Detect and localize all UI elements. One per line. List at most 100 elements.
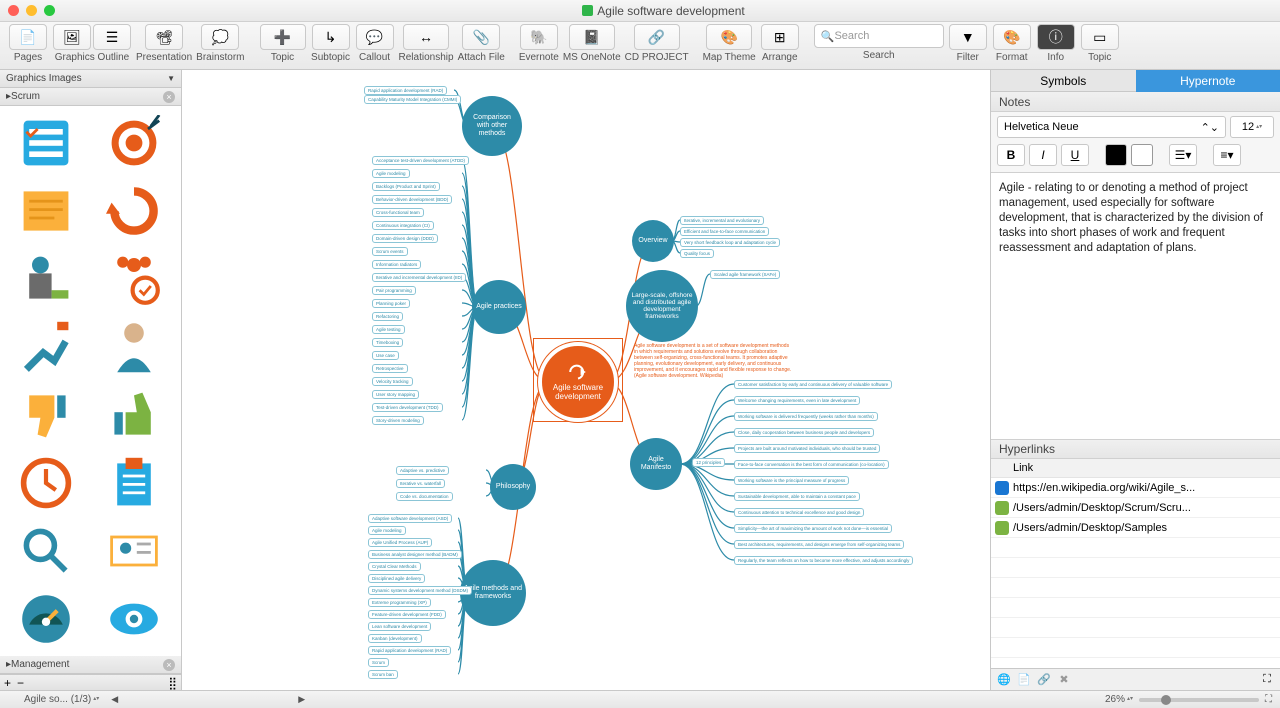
leaf-node[interactable]: Iterative and incremental development (I… <box>372 273 466 282</box>
doc-indicator[interactable]: Agile so... (1/3) <box>24 694 91 705</box>
clipart-clipboard[interactable] <box>94 452 174 514</box>
link-row[interactable]: https://en.wikipedia.org/wiki/Agile_s... <box>991 478 1280 498</box>
leaf-node[interactable]: Scaled agile framework (SAFe) <box>710 270 780 279</box>
leaf-node[interactable]: Test-driven development (TDD) <box>372 403 443 412</box>
leaf-node[interactable]: Pair programming <box>372 286 416 295</box>
leaf-node[interactable]: Code vs. documentation <box>396 492 453 501</box>
clipart-person[interactable] <box>94 316 174 378</box>
leaf-node[interactable]: Iterative vs. waterfall <box>396 479 445 488</box>
cdproject-button[interactable]: 🔗 <box>634 24 680 50</box>
evernote-button[interactable]: 🐘 <box>520 24 558 50</box>
format-button[interactable]: 🎨 <box>993 24 1031 50</box>
graphics-button[interactable]: 🖼 <box>53 24 91 50</box>
leaf-node[interactable]: Story-driven modeling <box>372 416 424 425</box>
bg-color[interactable] <box>1131 144 1153 166</box>
add-file-button[interactable]: 📄 <box>1015 672 1033 688</box>
leaf-node[interactable]: Agile modeling <box>368 526 406 535</box>
link-row[interactable]: /Users/admin/Desktop/Samples <box>991 518 1280 538</box>
leaf-node[interactable]: Refactoring <box>372 312 403 321</box>
text-color[interactable] <box>1105 144 1127 166</box>
leaf-node[interactable]: Efficient and face-to-face communication <box>680 227 769 236</box>
category-scrum[interactable]: ▸ Scrum × <box>0 88 181 106</box>
search-input[interactable]: 🔍 Search <box>814 24 944 48</box>
leaf-node[interactable]: Use case <box>372 351 399 360</box>
zoom-value[interactable]: 26% <box>1105 694 1125 705</box>
close-icon[interactable]: × <box>163 91 175 103</box>
leaf-node[interactable]: Best architectures, requirements, and de… <box>734 540 904 549</box>
leaf-node[interactable]: Crystal Clear Methods <box>368 562 421 571</box>
add-button[interactable]: + <box>4 676 11 690</box>
zoom-thumb[interactable] <box>1161 695 1171 705</box>
leaf-node[interactable]: Adaptive vs. predictive <box>396 466 449 475</box>
clipart-team-check[interactable] <box>94 248 174 310</box>
leaf-node[interactable]: User story mapping <box>372 390 419 399</box>
expand-button[interactable]: ⛶ <box>1258 672 1276 688</box>
leaf-node[interactable]: Sustainable development, able to maintai… <box>734 492 860 501</box>
add-url-button[interactable]: 🌐 <box>995 672 1013 688</box>
node-manifesto[interactable]: Agile Manifesto <box>630 438 682 490</box>
leaf-node[interactable]: Business analyst designer method (BADM) <box>368 550 462 559</box>
node-largescale[interactable]: Large-scale, offshore and distributed ag… <box>626 270 698 342</box>
remove-link-button[interactable]: ✖ <box>1055 672 1073 688</box>
node-comparison[interactable]: Comparison with other methods <box>462 96 522 156</box>
leaf-node[interactable]: Scrum <box>368 658 389 667</box>
leaf-node[interactable]: Information radiators <box>372 260 421 269</box>
leaf-node[interactable]: Backlogs (Product and Sprint) <box>372 182 440 191</box>
leaf-node[interactable]: Kanban (development) <box>368 634 422 643</box>
callout-button[interactable]: 💬 <box>356 24 394 50</box>
attach-button[interactable]: 📎 <box>462 24 500 50</box>
resize-handle[interactable]: ⣿ <box>168 676 177 690</box>
clipart-thumbsup[interactable] <box>94 384 174 446</box>
leaf-node[interactable]: Agile modeling <box>372 169 410 178</box>
leaf-node[interactable]: Cross-functional team <box>372 208 424 217</box>
topic-panel-button[interactable]: ▭ <box>1081 24 1119 50</box>
leaf-node[interactable]: Extreme programming (XP) <box>368 598 431 607</box>
leaf-node[interactable]: Adaptive software development (ASD) <box>368 514 452 523</box>
leaf-node[interactable]: Projects are built around motivated indi… <box>734 444 880 453</box>
leaf-node[interactable]: Disciplined agile delivery <box>368 574 425 583</box>
clipart-goal[interactable] <box>6 316 86 378</box>
presentation-button[interactable]: 📽 <box>145 24 183 50</box>
leaf-node[interactable]: Dynamic systems development method (DSDM… <box>368 586 472 595</box>
add-topic-button[interactable]: 🔗 <box>1035 672 1053 688</box>
relationship-button[interactable]: ↔ <box>403 24 449 50</box>
clipart-checklist[interactable] <box>6 112 86 174</box>
link-row[interactable]: /Users/admin/Desktop/Scrum/Scru... <box>991 498 1280 518</box>
category-management[interactable]: ▸ Management × <box>0 656 181 674</box>
leaf-node[interactable]: Very short feedback loop and adaptation … <box>680 238 780 247</box>
leaf-node[interactable]: 12 principles <box>692 458 725 467</box>
align-button[interactable]: ≡▾ <box>1213 144 1241 166</box>
leaf-node[interactable]: Working software is delivered frequently… <box>734 412 878 421</box>
onenote-button[interactable]: 📓 <box>569 24 615 50</box>
remove-button[interactable]: − <box>17 676 24 690</box>
clipart-idcard[interactable] <box>94 520 174 582</box>
leaf-node[interactable]: Planning poker <box>372 299 410 308</box>
clipart-gauge[interactable] <box>6 588 86 650</box>
outline-button[interactable]: ☰ <box>93 24 131 50</box>
leaf-node[interactable]: Continuous integration (CI) <box>372 221 434 230</box>
clipart-sticky[interactable] <box>6 180 86 242</box>
tab-hypernote[interactable]: Hypernote <box>1136 70 1280 92</box>
notes-text[interactable]: Agile - relating to or denoting a method… <box>991 173 1280 439</box>
info-button[interactable]: ⓘ <box>1037 24 1075 50</box>
italic-button[interactable]: I <box>1029 144 1057 166</box>
brainstorm-button[interactable]: 💭 <box>201 24 239 50</box>
canvas[interactable]: Agile software development Agile softwar… <box>182 70 990 690</box>
leaf-node[interactable]: Close, daily cooperation between busines… <box>734 428 874 437</box>
leaf-node[interactable]: Iterative, incremental and evolutionary <box>680 216 764 225</box>
leaf-node[interactable]: Face-to-face conversation is the best fo… <box>734 460 889 469</box>
arrange-button[interactable]: ⊞ <box>761 24 799 50</box>
tab-symbols[interactable]: Symbols <box>991 70 1136 92</box>
size-select[interactable]: 12▴▾ <box>1230 116 1274 138</box>
leaf-node[interactable]: Rapid application development (RAD) <box>364 86 447 95</box>
underline-button[interactable]: U <box>1061 144 1089 166</box>
leaf-node[interactable]: Continuous attention to technical excell… <box>734 508 864 517</box>
pages-button[interactable]: 📄 <box>9 24 47 50</box>
font-select[interactable]: Helvetica Neue⌃⌄ <box>997 116 1226 138</box>
leaf-node[interactable]: Working software is the principal measur… <box>734 476 849 485</box>
fullscreen-icon[interactable]: ⛶ <box>1265 694 1272 705</box>
clipart-thumbsdown[interactable] <box>6 384 86 446</box>
nav-left[interactable]: ◀ <box>111 694 118 705</box>
leaf-node[interactable]: Scrum ban <box>368 670 398 679</box>
leaf-node[interactable]: Domain-driven design (DDD) <box>372 234 438 243</box>
